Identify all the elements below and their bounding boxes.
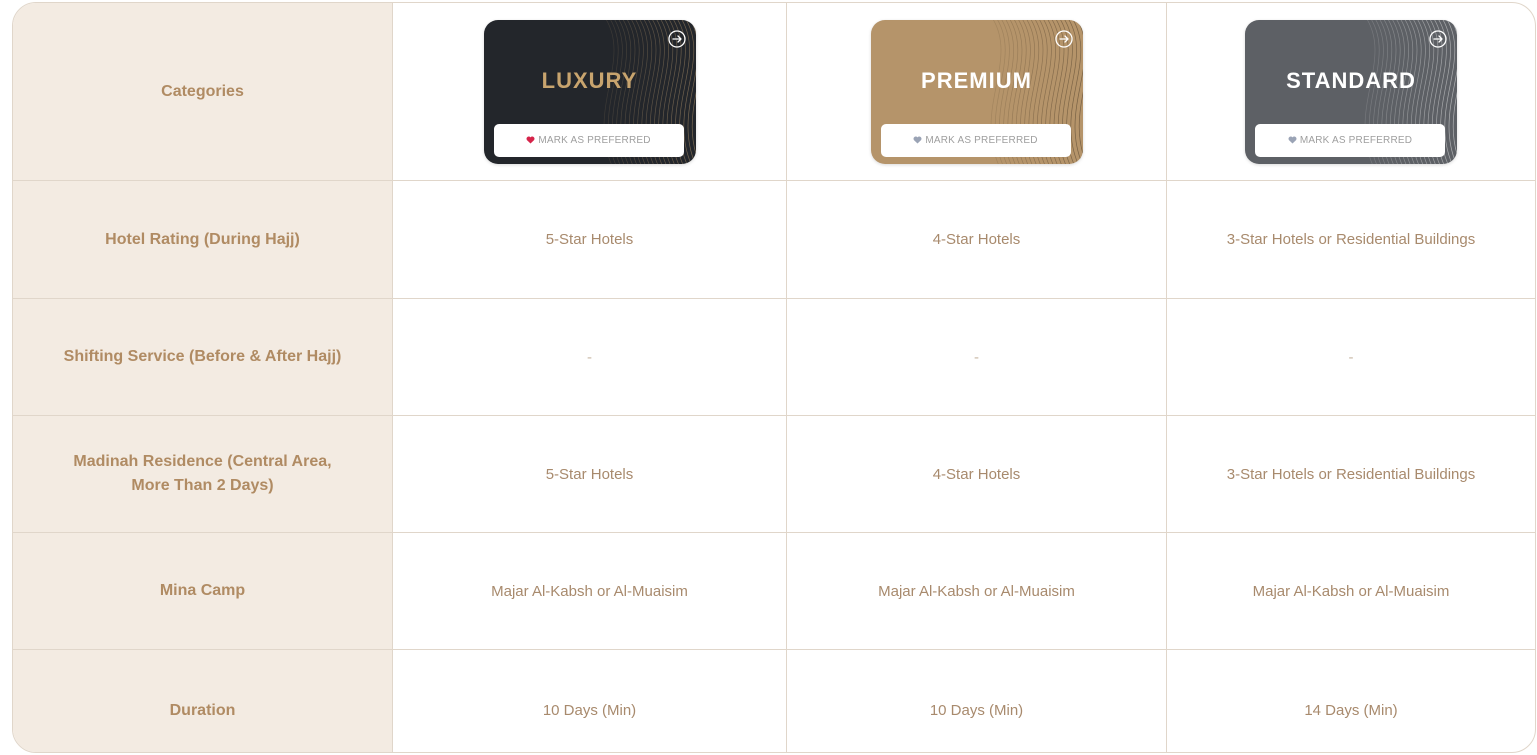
table-cell: 10 Days (Min) [787,650,1167,752]
arrow-right-icon[interactable] [1054,29,1073,48]
mark-preferred-label: MARK AS PREFERRED [1299,134,1413,146]
row-label-mina-camp: Mina Camp [13,533,393,650]
table-cell: 5-Star Hotels [393,416,787,533]
categories-header: Categories [13,3,393,181]
cell-value: 3-Star Hotels or Residential Buildings [1226,465,1476,483]
row-label-madinah-residence: Madinah Residence (Central Area, More Th… [13,416,393,533]
table-cell: 4-Star Hotels [787,181,1167,299]
card-title: PREMIUM [921,67,1032,93]
table-cell: - [787,299,1167,416]
row-label: Duration [169,701,236,719]
cell-value: 10 Days (Min) [929,702,1024,719]
mark-preferred-button[interactable]: MARK AS PREFERRED [880,123,1071,157]
cell-value: - [974,348,979,366]
mark-preferred-label: MARK AS PREFERRED [925,134,1038,146]
table-cell: 14 Days (Min) [1167,650,1535,752]
table-cell: - [1167,299,1535,416]
table-cell: 10 Days (Min) [393,650,787,752]
table-cell: - [393,299,787,416]
card-title: LUXURY [541,67,638,93]
row-label: Hotel Rating (During Hajj) [105,230,300,248]
cell-value: Majar Al-Kabsh or Al-Muaisim [1252,582,1450,600]
table-cell: 3-Star Hotels or Residential Buildings [1167,416,1535,533]
cell-value: Majar Al-Kabsh or Al-Muaisim [491,582,688,600]
table-cell: 3-Star Hotels or Residential Buildings [1167,181,1535,299]
cell-value: 14 Days (Min) [1304,702,1398,719]
row-label: Madinah Residence (Central Area, More Th… [73,453,332,494]
cell-value: 4-Star Hotels [932,465,1021,483]
mark-preferred-label: MARK AS PREFERRED [538,134,651,146]
premium-header-cell: PREMIUM MARK AS PREFERRED [787,3,1167,181]
heart-icon [1288,136,1297,144]
arrow-right-icon[interactable] [667,29,686,48]
table-cell: Majar Al-Kabsh or Al-Muaisim [393,533,787,650]
cell-value: - [587,348,592,366]
cell-value: Majar Al-Kabsh or Al-Muaisim [878,582,1075,600]
standard-card[interactable]: STANDARD MARK AS PREFERRED [1245,19,1457,164]
cell-value: 5-Star Hotels [545,231,634,248]
row-label-duration: Duration [13,650,393,752]
arrow-right-icon[interactable] [1429,29,1447,48]
heart-icon [526,136,535,144]
mark-preferred-button[interactable]: MARK AS PREFERRED [1255,123,1445,157]
row-label-shifting-service: Shifting Service (Before & After Hajj) [13,299,393,416]
comparison-table: Categories LUXURY MARK AS PREFERRED PREM… [12,2,1536,753]
standard-header-cell: STANDARD MARK AS PREFERRED [1167,3,1535,181]
row-label-hotel-rating: Hotel Rating (During Hajj) [13,181,393,299]
table-cell: 4-Star Hotels [787,416,1167,533]
cell-value: 10 Days (Min) [542,702,637,719]
cell-value: - [1348,348,1354,366]
mark-preferred-button[interactable]: MARK AS PREFERRED [493,123,684,157]
table-cell: Majar Al-Kabsh or Al-Muaisim [1167,533,1535,650]
heart-icon [913,136,922,144]
table-cell: Majar Al-Kabsh or Al-Muaisim [787,533,1167,650]
cell-value: 3-Star Hotels or Residential Buildings [1226,231,1476,248]
categories-label: Categories [161,82,244,100]
luxury-header-cell: LUXURY MARK AS PREFERRED [393,3,787,181]
card-title: STANDARD [1286,67,1416,93]
table-cell: 5-Star Hotels [393,181,787,299]
row-label: Mina Camp [159,582,246,599]
cell-value: 5-Star Hotels [545,465,634,483]
premium-card[interactable]: PREMIUM MARK AS PREFERRED [870,19,1083,164]
cell-value: 4-Star Hotels [932,231,1021,248]
row-label: Shifting Service (Before & After Hajj) [63,348,342,365]
luxury-card[interactable]: LUXURY MARK AS PREFERRED [483,19,696,164]
